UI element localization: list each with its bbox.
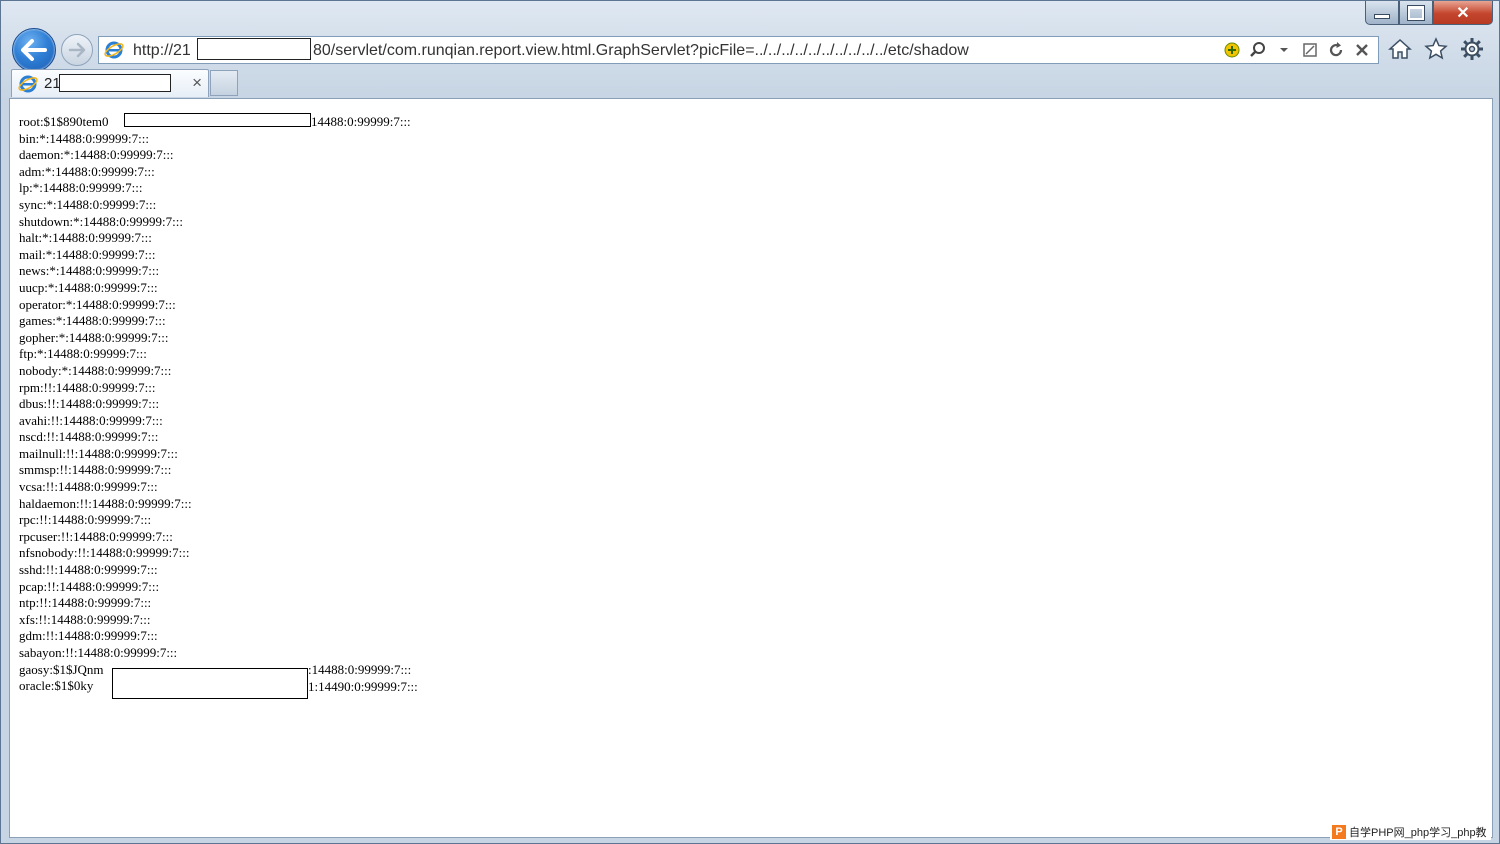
shadow-line: smmsp:!!:14488:0:99999:7:::	[19, 462, 172, 478]
shadow-line: avahi:!!:14488:0:99999:7:::	[19, 412, 163, 428]
maximize-icon	[1407, 4, 1425, 21]
search-icon	[1250, 42, 1265, 57]
maximize-button[interactable]	[1399, 1, 1433, 25]
root-line-suffix: 14488:0:99999:7:::	[311, 114, 411, 129]
address-url-prefix: http://21	[133, 42, 191, 59]
back-button[interactable]	[12, 28, 56, 72]
tab-ie-logo-icon	[18, 75, 38, 93]
browser-window: ✕ http://21 80/servlet/com.runqian.repor…	[0, 0, 1500, 844]
new-tab-button[interactable]	[210, 70, 238, 96]
tab-redaction-box	[59, 74, 171, 92]
gaosy-line-suffix: :14488:0:99999:7:::	[308, 662, 412, 678]
address-tools	[1222, 40, 1372, 60]
shadow-line: uucp:*:14488:0:99999:7:::	[19, 279, 158, 295]
refresh-button[interactable]	[1326, 40, 1346, 60]
shadow-line: operator:*:14488:0:99999:7:::	[19, 296, 176, 312]
chevron-down-icon	[1280, 48, 1288, 52]
home-button[interactable]	[1387, 36, 1413, 62]
shadow-line: mailnull:!!:14488:0:99999:7:::	[19, 445, 178, 461]
shadow-line: xfs:!!:14488:0:99999:7:::	[19, 611, 151, 627]
favorites-button[interactable]	[1423, 36, 1449, 62]
stop-icon	[1356, 44, 1368, 56]
shadow-line: shutdown:*:14488:0:99999:7:::	[19, 213, 183, 229]
watermark-text: 自学PHP网_php学习_php教	[1349, 826, 1487, 839]
shadow-line: gdm:!!:14488:0:99999:7:::	[19, 628, 158, 644]
command-icons	[1387, 36, 1485, 62]
search-button[interactable]	[1248, 40, 1268, 60]
close-button[interactable]: ✕	[1433, 1, 1493, 25]
gear-icon	[1461, 38, 1483, 60]
minimize-icon	[1374, 14, 1390, 19]
shadow-line: games:*:14488:0:99999:7:::	[19, 313, 166, 329]
shadow-line: vcsa:!!:14488:0:99999:7:::	[19, 479, 158, 495]
redaction-box-root	[124, 113, 311, 127]
add-icon	[1224, 42, 1240, 58]
tools-button[interactable]	[1459, 36, 1485, 62]
minimize-button[interactable]	[1365, 1, 1399, 25]
search-dropdown[interactable]	[1274, 40, 1294, 60]
page-content: root:$1$890tem0 bin:*:14488:0:99999:7::: d…	[9, 98, 1493, 838]
shadow-line: nobody:*:14488:0:99999:7:::	[19, 362, 172, 378]
refresh-icon	[1329, 42, 1343, 57]
shadow-line: halt:*:14488:0:99999:7:::	[19, 230, 152, 246]
window-controls: ✕	[1365, 1, 1493, 27]
shadow-line: mail:*:14488:0:99999:7:::	[19, 246, 156, 262]
shadow-line: pcap:!!:14488:0:99999:7:::	[19, 578, 160, 594]
shadow-line: sshd:!!:14488:0:99999:7:::	[19, 562, 158, 578]
shadow-line: lp:*:14488:0:99999:7:::	[19, 180, 143, 196]
shadow-line: rpcuser:!!:14488:0:99999:7:::	[19, 528, 173, 544]
shadow-line: sync:*:14488:0:99999:7:::	[19, 196, 157, 212]
redaction-box-gaosy-oracle	[112, 668, 308, 699]
shadow-line: bin:*:14488:0:99999:7:::	[19, 130, 150, 146]
tab-close-button[interactable]: ×	[192, 73, 202, 93]
shadow-line: gopher:*:14488:0:99999:7:::	[19, 329, 169, 345]
shadow-line: sabayon:!!:14488:0:99999:7:::	[19, 645, 178, 660]
shadow-line: haldaemon:!!:14488:0:99999:7:::	[19, 495, 192, 511]
shadow-line: nfsnobody:!!:14488:0:99999:7:::	[19, 545, 190, 561]
compat-view-icon	[1303, 43, 1317, 57]
address-redaction-box	[197, 38, 311, 60]
shadow-line: adm:*:14488:0:99999:7:::	[19, 163, 155, 179]
shadow-line: daemon:*:14488:0:99999:7:::	[19, 147, 174, 163]
stop-button[interactable]	[1352, 40, 1372, 60]
shadow-line: ftp:*:14488:0:99999:7:::	[19, 346, 147, 362]
watermark: P 自学PHP网_php学习_php教	[1330, 823, 1491, 840]
compat-view-button[interactable]	[1300, 40, 1320, 60]
shadow-line: nscd:!!:14488:0:99999:7:::	[19, 429, 159, 445]
shadow-file-text: root:$1$890tem0 bin:*:14488:0:99999:7::: d…	[19, 114, 192, 695]
shadow-line: rpm:!!:14488:0:99999:7:::	[19, 379, 156, 395]
shadow-line: dbus:!!:14488:0:99999:7:::	[19, 396, 160, 412]
address-url: 80/servlet/com.runqian.report.view.html.…	[313, 42, 969, 59]
star-icon	[1424, 37, 1448, 60]
tab-active[interactable]: 21 ×	[11, 69, 209, 97]
shadow-line: news:*:14488:0:99999:7:::	[19, 263, 160, 279]
home-icon	[1388, 38, 1412, 59]
watermark-logo: P	[1332, 824, 1346, 839]
shadow-line: ntp:!!:14488:0:99999:7:::	[19, 595, 152, 611]
add-search-button[interactable]	[1222, 40, 1242, 60]
oracle-line-suffix: 1:14490:0:99999:7:::	[308, 679, 418, 694]
close-icon: ✕	[1456, 4, 1470, 22]
shadow-line: rpc:!!:14488:0:99999:7:::	[19, 512, 152, 528]
address-bar[interactable]: http://21 80/servlet/com.runqian.report.…	[98, 36, 1379, 64]
forward-button[interactable]	[61, 34, 93, 66]
forward-arrow-icon	[68, 42, 86, 58]
ie-logo-icon	[104, 41, 124, 59]
back-arrow-icon	[21, 39, 47, 61]
